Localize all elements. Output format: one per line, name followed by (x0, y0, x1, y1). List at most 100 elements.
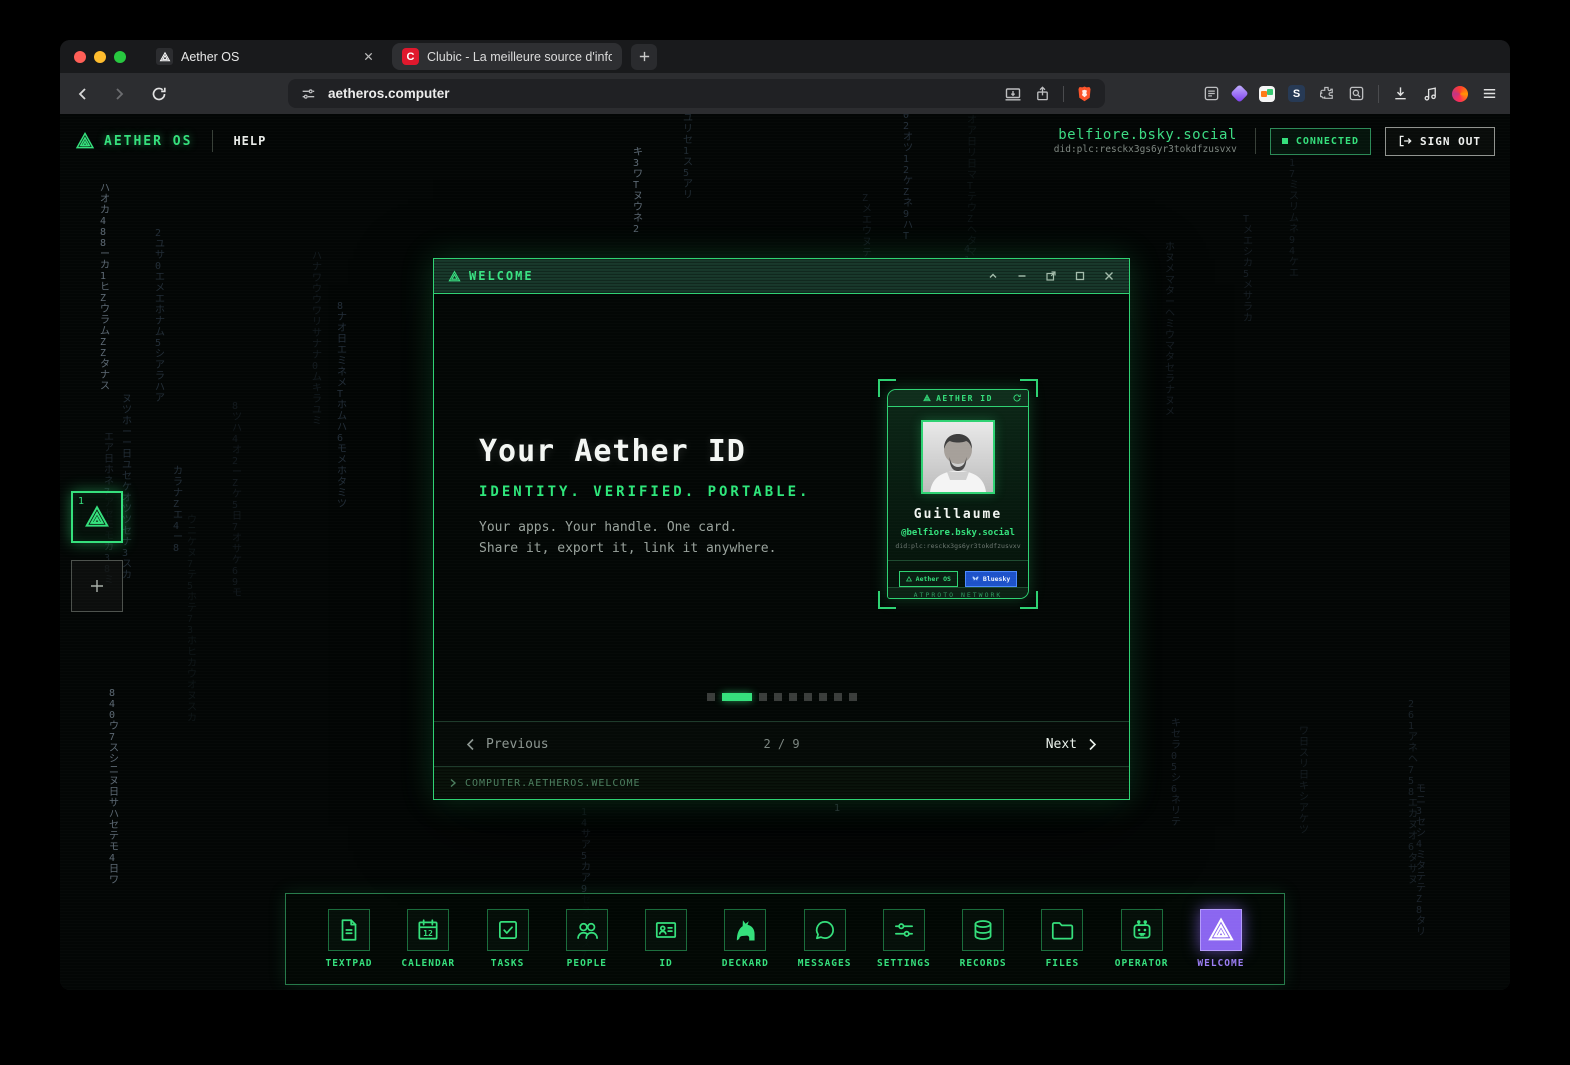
id-card-icon (645, 909, 687, 951)
pagination-dot[interactable] (759, 693, 767, 701)
slide-counter: 2 / 9 (763, 737, 799, 751)
pagination-dot[interactable] (849, 693, 857, 701)
share-icon[interactable] (1034, 85, 1051, 102)
matrix-column: ホ ヌ メ マ タ ー ヘ ミ ウ マ タ セ ラ ナ ヌ メ (1165, 242, 1175, 418)
dock-item-tasks[interactable]: TASKS (471, 909, 545, 969)
save-to-device-icon[interactable] (1004, 85, 1022, 103)
popout-button[interactable] (1045, 270, 1057, 282)
status-dot-icon (1282, 138, 1288, 144)
minimize-button[interactable] (1016, 270, 1028, 282)
pagination-dot[interactable] (722, 693, 752, 701)
brand[interactable]: AETHER OS (75, 131, 192, 151)
previous-button[interactable]: Previous (466, 737, 549, 752)
tab-clubic[interactable]: C Clubic - La meilleure source d'inform (392, 43, 622, 70)
site-settings-icon[interactable] (300, 86, 316, 102)
dock-item-people[interactable]: PEOPLE (550, 909, 624, 969)
brave-shield-icon[interactable] (1076, 85, 1093, 102)
profile-avatar-icon[interactable] (1452, 86, 1468, 102)
extension-s-icon[interactable]: S (1288, 85, 1305, 102)
dock-item-textpad[interactable]: TEXTPAD (312, 909, 386, 969)
connected-badge[interactable]: CONNECTED (1270, 128, 1371, 155)
dock-label: OPERATOR (1115, 958, 1169, 969)
extension-color-icon[interactable] (1259, 86, 1275, 102)
card-did: did:plc:resckx3gs6yr3tokdfzusvxv (895, 542, 1020, 550)
dock-label: RECORDS (960, 958, 1007, 969)
dock-item-files[interactable]: FILES (1025, 909, 1099, 969)
maximize-button[interactable] (1074, 270, 1086, 282)
forward-button[interactable] (110, 85, 128, 103)
dock-label: PEOPLE (567, 958, 607, 969)
close-window-button[interactable] (74, 51, 86, 63)
dock-item-id[interactable]: ID (629, 909, 703, 969)
browser-window: Aether OS C Clubic - La meilleure source… (60, 40, 1510, 990)
tab-close-icon[interactable] (363, 51, 374, 62)
pagination-dot[interactable] (774, 693, 782, 701)
downloads-icon[interactable] (1392, 85, 1409, 102)
sliders-icon (883, 909, 925, 951)
chevron-right-icon (1088, 738, 1097, 751)
pagination-dot[interactable] (707, 693, 715, 701)
reload-button[interactable] (150, 85, 168, 103)
pagination-dot[interactable] (789, 693, 797, 701)
matrix-column: T メ エ シ カ 5 メ サ ラ カ (1243, 214, 1253, 324)
matrix-column: ハ ナ ワ ウ ウ ワ リ サ ナ ナ 0 ム キ ラ ユ ミ (312, 251, 322, 427)
sign-out-button[interactable]: SIGN OUT (1385, 127, 1495, 156)
collapse-button[interactable] (987, 270, 999, 282)
back-button[interactable] (74, 85, 92, 103)
status-bar: COMPUTER.AETHEROS.WELCOME (434, 766, 1129, 799)
help-menu[interactable]: HELP (233, 134, 266, 148)
welcome-footer: Previous 2 / 9 Next (434, 721, 1129, 766)
dock: TEXTPAD12CALENDARTASKS PEOPLE IDDECKARDMES… (285, 893, 1285, 985)
slide-body-line: Your apps. Your handle. One card. (479, 517, 810, 538)
refresh-icon[interactable] (1012, 393, 1022, 403)
bluesky-badge[interactable]: Bluesky (965, 571, 1017, 587)
dock-item-calendar[interactable]: 12CALENDAR (391, 909, 465, 969)
welcome-titlebar[interactable]: WELCOME (434, 259, 1129, 294)
reading-list-icon[interactable] (1203, 85, 1220, 102)
window-title: WELCOME (469, 269, 534, 283)
slide-heading: Your Aether ID (479, 437, 810, 467)
chevron-left-icon (466, 738, 475, 751)
dock-item-operator[interactable]: OPERATOR (1105, 909, 1179, 969)
search-tabs-icon[interactable] (1348, 85, 1365, 102)
media-icon[interactable] (1422, 85, 1439, 102)
pagination-dot[interactable] (819, 693, 827, 701)
dock-item-welcome[interactable]: WELCOME (1184, 909, 1258, 969)
url-bar[interactable]: aetheros.computer (288, 79, 1105, 108)
card-footer: ATPROTO NETWORK (888, 587, 1028, 599)
tab-aether-os[interactable]: Aether OS (152, 40, 384, 73)
aether-logo-icon (75, 131, 95, 151)
aether-logo-icon (1200, 909, 1242, 951)
menu-icon[interactable] (1481, 85, 1498, 102)
textpad-icon (328, 909, 370, 951)
close-button[interactable] (1103, 270, 1115, 282)
browser-toolbar: aetheros.computer S (60, 73, 1510, 114)
dock-item-settings[interactable]: SETTINGS (867, 909, 941, 969)
matrix-column: 8 4 0 ウ 7 ス シ ニ ヌ 日 サ ハ セ テ モ 4 日 ワ (109, 688, 119, 886)
url-text[interactable]: aetheros.computer (328, 86, 450, 101)
tab-title: Clubic - La meilleure source d'inform (427, 50, 612, 64)
dock-item-messages[interactable]: MESSAGES (788, 909, 862, 969)
matrix-column: 2 6 1 ア ネ ヘ 7 5 8 エ カ ヌ オ 6 タ サ ヌ (1408, 699, 1418, 886)
matrix-column: ワ 日 ス リ 日 キ シ ア ケ ツ (1299, 726, 1309, 836)
fullscreen-window-button[interactable] (114, 51, 126, 63)
add-workspace-button[interactable] (71, 560, 123, 612)
dock-item-deckard[interactable]: DECKARD (708, 909, 782, 969)
new-tab-button[interactable] (631, 44, 657, 70)
matrix-column: ヌ ツ ホ ー ー 日 ユ セ ケ オ ツ ツ セ ナ 3 ス カ (122, 394, 132, 581)
aether-logo-icon (84, 504, 110, 530)
aether-id-card[interactable]: AETHER ID (887, 389, 1029, 599)
aether-favicon (156, 48, 173, 65)
aether-os-badge[interactable]: Aether OS (899, 571, 958, 587)
aether-logo-icon (906, 576, 912, 582)
dock-item-records[interactable]: RECORDS (946, 909, 1020, 969)
minimize-window-button[interactable] (94, 51, 106, 63)
next-button[interactable]: Next (1046, 737, 1097, 752)
extensions-puzzle-icon[interactable] (1318, 85, 1335, 102)
pagination-dot[interactable] (804, 693, 812, 701)
pagination-dot[interactable] (834, 693, 842, 701)
extension-diamond-icon[interactable] (1230, 84, 1248, 102)
matrix-column: カ ラ ナ Z エ 4 ー 8 (173, 466, 183, 554)
matrix-column: ハ オ カ 4 8 8 ー カ 1 ヒ Z ウ ラ ム Z Z タ ナ ス (100, 183, 110, 392)
workspace-1[interactable]: 1 (71, 491, 123, 543)
